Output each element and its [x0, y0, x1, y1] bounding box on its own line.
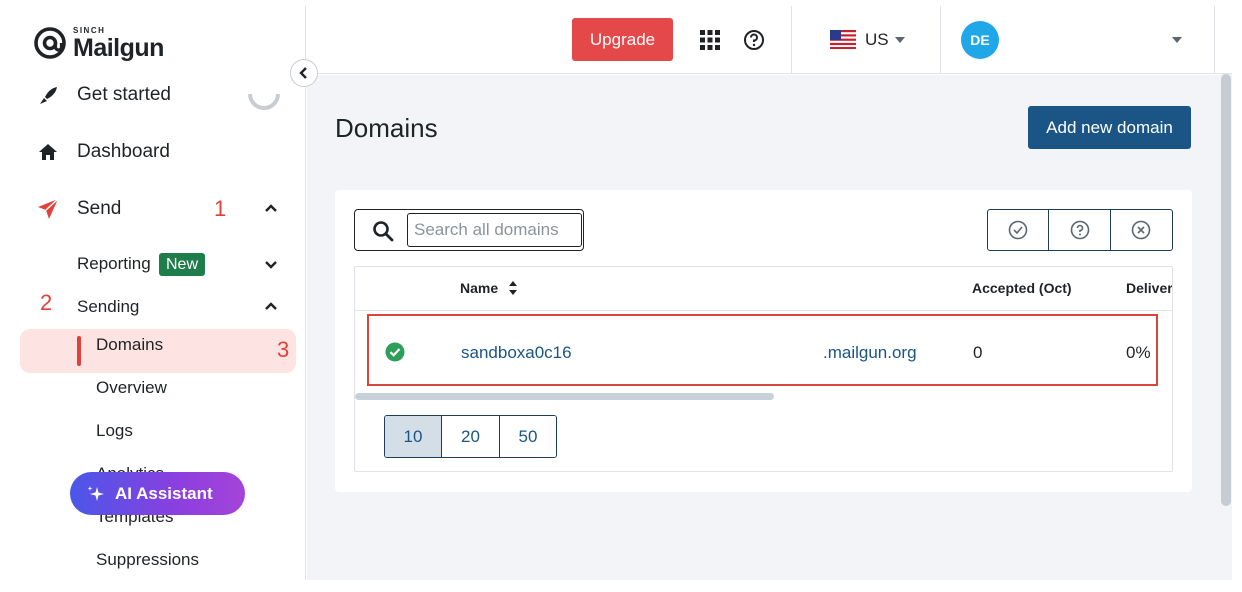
- mailgun-logo[interactable]: SINCH Mailgun: [33, 26, 164, 61]
- apps-grid-icon[interactable]: [700, 30, 720, 50]
- caret-down-icon[interactable]: [1172, 37, 1182, 43]
- paper-plane-icon: [37, 198, 59, 220]
- chevron-up-icon[interactable]: [262, 298, 280, 316]
- sidebar-item-dashboard[interactable]: Dashboard: [0, 134, 305, 170]
- us-flag-icon: [830, 30, 856, 49]
- search-icon: [373, 221, 394, 242]
- main-content: Domains Add new domain Search all domain…: [307, 75, 1220, 580]
- logo-mailgun: Mailgun: [73, 34, 164, 62]
- sort-icon[interactable]: [508, 280, 518, 296]
- add-new-domain-button[interactable]: Add new domain: [1028, 106, 1191, 149]
- filter-verified-button[interactable]: [988, 210, 1050, 250]
- ai-assistant-label: AI Assistant: [115, 483, 213, 503]
- spinner-icon: [248, 93, 280, 110]
- column-header-accepted: Accepted (Oct): [972, 280, 1072, 296]
- domains-card: Name Accepted (Oct) Deliver sandboxa0c16…: [335, 190, 1192, 492]
- sidebar-item-label: Dashboard: [77, 141, 170, 162]
- verified-check-icon: [385, 342, 405, 362]
- page-size-option[interactable]: 50: [500, 416, 556, 457]
- ai-assistant-button[interactable]: AI Assistant: [70, 472, 245, 515]
- delivered-rate: 0%: [1126, 343, 1151, 362]
- page-title: Domains: [335, 113, 438, 143]
- caret-down-icon: [895, 37, 905, 43]
- sidebar-item-logs[interactable]: Logs: [96, 421, 133, 441]
- upgrade-button[interactable]: Upgrade: [572, 18, 673, 61]
- column-header-delivered: Deliver: [1126, 280, 1173, 296]
- header-divider: [791, 6, 792, 74]
- page-size-selector: 10 20 50: [384, 415, 557, 458]
- page-size-option[interactable]: 10: [385, 416, 442, 457]
- sidebar-item-label: Reporting: [77, 254, 151, 273]
- header-divider: [1214, 6, 1215, 74]
- sidebar-item-label: Get started: [77, 84, 171, 105]
- domain-suffix[interactable]: .mailgun.org: [823, 343, 917, 363]
- chevron-up-icon[interactable]: [262, 200, 280, 218]
- vertical-scrollbar[interactable]: [1221, 74, 1231, 506]
- filter-unverified-button[interactable]: [1049, 210, 1111, 250]
- collapse-sidebar-button[interactable]: [290, 59, 318, 87]
- active-indicator: [77, 336, 81, 366]
- table-header: Name Accepted (Oct) Deliver: [355, 267, 1173, 311]
- annotation-number: 3: [277, 337, 290, 362]
- horizontal-scrollbar[interactable]: [355, 393, 774, 400]
- sidebar-item-overview[interactable]: Overview: [96, 378, 167, 398]
- sidebar-item-send[interactable]: Send: [0, 191, 305, 227]
- domains-table: Name Accepted (Oct) Deliver sandboxa0c16…: [354, 266, 1173, 472]
- logo-text: SINCH Mailgun: [73, 26, 164, 61]
- region-label: US: [865, 30, 889, 49]
- question-circle-filter-icon: [1070, 220, 1089, 240]
- check-circle-filter-icon: [1008, 220, 1028, 240]
- top-header: Upgrade US DE: [306, 6, 1232, 74]
- search-box: [354, 209, 584, 251]
- domain-name-link[interactable]: sandboxa0c16: [461, 343, 572, 363]
- status-filter-group: [987, 209, 1173, 251]
- sidebar-item-label: Sending: [77, 297, 140, 316]
- page-size-option[interactable]: 20: [442, 416, 500, 457]
- filter-disabled-button[interactable]: [1111, 210, 1172, 250]
- column-header-name[interactable]: Name: [460, 280, 498, 296]
- sidebar-item-label: Send: [77, 198, 122, 219]
- avatar[interactable]: DE: [961, 21, 999, 59]
- sparkle-icon: [87, 485, 104, 501]
- header-divider: [940, 6, 941, 74]
- new-badge: New: [159, 253, 206, 276]
- accepted-count: 0: [973, 343, 983, 362]
- sidebar-item-label: Domains: [96, 335, 164, 354]
- x-circle-filter-icon: [1132, 220, 1151, 240]
- table-row[interactable]: sandboxa0c16 .mailgun.org 0 0%: [367, 314, 1158, 386]
- chevron-left-icon: [299, 67, 307, 79]
- rocket-icon: [37, 85, 59, 107]
- annotation-number: 2: [40, 290, 53, 315]
- chevron-down-icon[interactable]: [262, 255, 280, 273]
- mailgun-at-logo-icon: [34, 27, 66, 59]
- home-icon: [37, 141, 59, 163]
- sidebar-item-reporting[interactable]: Reporting: [0, 246, 305, 282]
- sidebar-item-suppressions[interactable]: Suppressions: [96, 550, 199, 570]
- search-input[interactable]: [407, 213, 582, 247]
- annotation-number: 1: [214, 196, 227, 221]
- help-circle-icon[interactable]: [743, 29, 765, 51]
